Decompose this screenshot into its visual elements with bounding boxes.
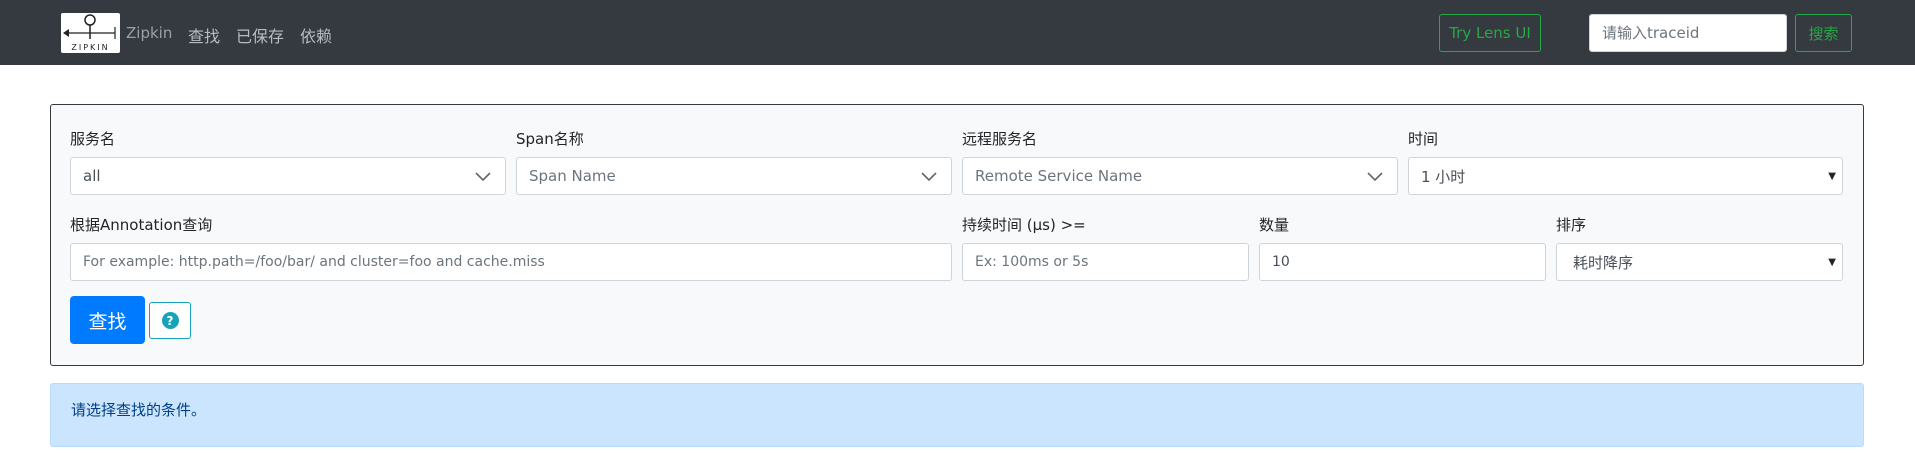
chevron-down-icon xyxy=(1367,172,1383,182)
limit-input[interactable]: 10 xyxy=(1259,243,1546,281)
limit-value: 10 xyxy=(1272,254,1290,270)
remote-service-placeholder: Remote Service Name xyxy=(975,167,1143,185)
sort-label: 排序 xyxy=(1556,216,1587,234)
info-alert: 请选择查找的条件。 xyxy=(50,383,1864,447)
span-name-label: Span名称 xyxy=(516,130,584,148)
sort-value: 耗时降序 xyxy=(1573,253,1634,272)
service-name-label: 服务名 xyxy=(70,130,116,148)
span-name-placeholder: Span Name xyxy=(529,167,616,185)
zipkin-logo[interactable]: ZIPKIN xyxy=(61,13,120,53)
caret-down-icon: ▼ xyxy=(1828,257,1836,268)
traceid-search-button[interactable]: 搜索 xyxy=(1795,14,1852,52)
find-traces-button[interactable]: 查找 xyxy=(70,296,145,344)
query-form-card xyxy=(50,104,1864,366)
nav-link-dependencies[interactable]: 依赖 xyxy=(300,23,332,47)
annotation-query-placeholder: For example: http.path=/foo/bar/ and clu… xyxy=(83,254,545,270)
service-name-value: all xyxy=(83,167,101,185)
min-duration-label: 持续时间 (μs) >= xyxy=(962,216,1086,234)
alert-message: 请选择查找的条件。 xyxy=(71,401,207,419)
time-select[interactable]: 1 小时 ▼ xyxy=(1408,157,1843,195)
try-lens-ui-button[interactable]: Try Lens UI xyxy=(1439,14,1541,52)
logo-text: ZIPKIN xyxy=(71,43,110,52)
remote-service-label: 远程服务名 xyxy=(962,130,1038,148)
chevron-down-icon xyxy=(921,172,937,182)
traceid-input[interactable] xyxy=(1589,14,1787,52)
min-duration-input[interactable]: Ex: 100ms or 5s xyxy=(962,243,1249,281)
remote-service-select[interactable]: Remote Service Name xyxy=(962,157,1398,195)
nav-link-find[interactable]: 查找 xyxy=(188,23,220,47)
caret-down-icon: ▼ xyxy=(1828,171,1836,182)
service-name-select[interactable]: all xyxy=(70,157,506,195)
time-value: 1 小时 xyxy=(1421,167,1466,186)
time-label: 时间 xyxy=(1408,130,1439,148)
chevron-down-icon xyxy=(475,172,491,182)
nav-link-saved[interactable]: 已保存 xyxy=(236,23,284,47)
help-button[interactable]: ? xyxy=(149,302,191,339)
min-duration-placeholder: Ex: 100ms or 5s xyxy=(975,254,1089,270)
question-circle-icon: ? xyxy=(161,312,179,329)
annotation-query-input[interactable]: For example: http.path=/foo/bar/ and clu… xyxy=(70,243,952,281)
top-navbar: ZIPKIN Zipkin 查找 已保存 依赖 Try Lens UI 搜索 xyxy=(0,0,1915,65)
brand-name[interactable]: Zipkin xyxy=(126,24,172,42)
limit-label: 数量 xyxy=(1259,216,1290,234)
span-name-select[interactable]: Span Name xyxy=(516,157,952,195)
annotation-query-label: 根据Annotation查询 xyxy=(70,216,213,234)
sort-select[interactable]: 耗时降序 ▼ xyxy=(1556,243,1843,281)
